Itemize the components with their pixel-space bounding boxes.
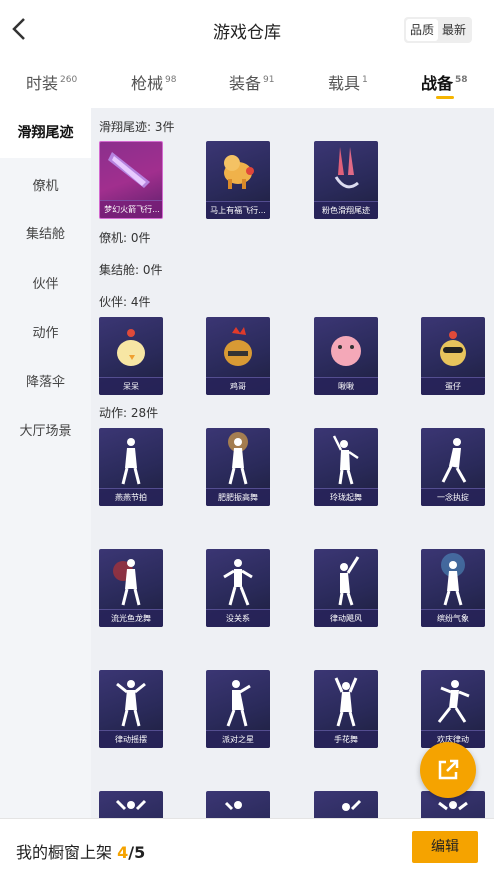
- item-card[interactable]: 流光鱼龙舞: [99, 549, 163, 627]
- section-title-emote: 动作: 28件: [99, 406, 159, 420]
- item-card[interactable]: 律动摇摆: [99, 670, 163, 748]
- tab-readiness[interactable]: 战备 58: [421, 70, 468, 94]
- dancer-icon: [437, 680, 470, 723]
- item-card[interactable]: [314, 791, 378, 818]
- dancer-icon: [334, 677, 358, 727]
- dancer-icon: [342, 799, 362, 811]
- item-card[interactable]: 手花舞: [314, 670, 378, 748]
- chick-partner-icon: [117, 329, 145, 366]
- dancer-icon: [441, 553, 465, 606]
- sort-toggle[interactable]: 品质 最新: [404, 17, 473, 43]
- item-card[interactable]: 肥肥振高舞: [206, 428, 270, 506]
- dancer-icon: [115, 799, 147, 811]
- tab-equipment[interactable]: 装备 91: [229, 70, 274, 94]
- share-button[interactable]: [420, 742, 476, 798]
- item-card[interactable]: 鸡哥: [206, 317, 270, 395]
- section-title-pod: 集结舱: 0件: [99, 263, 163, 277]
- sidebar: 滑翔尾迹 僚机 集结舱 伙伴 动作 降落伞 大厅场景: [0, 108, 91, 818]
- edit-button[interactable]: 编辑: [412, 831, 478, 863]
- item-card[interactable]: 缤纷气象: [421, 549, 485, 627]
- footer-bar: 我的橱窗上架 4/5 编辑: [0, 818, 494, 875]
- item-card[interactable]: 蛋仔: [421, 317, 485, 395]
- item-card[interactable]: 律动飓风: [314, 549, 378, 627]
- item-card[interactable]: 玲珑起舞: [314, 428, 378, 506]
- rooster-partner-icon: [224, 327, 252, 366]
- pink-bird-partner-icon: [331, 336, 361, 366]
- dancer-icon: [121, 438, 141, 485]
- tab-weapons[interactable]: 枪械 98: [131, 70, 176, 94]
- tab-vehicles[interactable]: 载具 1: [328, 70, 368, 94]
- dancer-icon: [223, 559, 253, 606]
- sidebar-item-lobby-scene[interactable]: 大厅场景: [0, 420, 91, 439]
- dancer-icon: [338, 556, 360, 606]
- dancer-icon: [332, 435, 359, 485]
- item-card[interactable]: 马上有福飞行...: [206, 141, 270, 219]
- item-card[interactable]: 粉色滑翔尾迹: [314, 141, 378, 219]
- sidebar-item-partner[interactable]: 伙伴: [0, 273, 91, 292]
- sidebar-item-trail[interactable]: 滑翔尾迹: [0, 108, 91, 158]
- section-title-partner: 伙伴: 4件: [99, 295, 151, 309]
- dancer-icon: [116, 680, 146, 727]
- external-link-icon: [438, 759, 459, 780]
- dancer-icon: [226, 680, 251, 727]
- item-card[interactable]: 啾啾: [314, 317, 378, 395]
- dancer-icon: [441, 438, 467, 483]
- dancer-icon: [228, 432, 248, 485]
- sidebar-item-wingman[interactable]: 僚机: [0, 175, 91, 194]
- category-tabs: 时装 260 枪械 98 装备 91 载具 1 战备 58: [0, 58, 494, 108]
- dancer-icon: [113, 559, 141, 606]
- item-card[interactable]: 欢庆律动: [421, 670, 485, 748]
- item-card[interactable]: 梦幻火箭飞行...: [99, 141, 163, 219]
- item-card[interactable]: 呆呆: [99, 317, 163, 395]
- item-grid: 滑翔尾迹: 3件 梦幻火箭飞行... 马上有福飞行... 粉色滑翔尾迹 僚机: …: [91, 108, 494, 818]
- dancer-icon: [224, 801, 242, 811]
- sidebar-item-parachute[interactable]: 降落伞: [0, 371, 91, 390]
- item-card[interactable]: [206, 791, 270, 818]
- horse-trail-icon: [224, 155, 254, 189]
- header: 游戏仓库 品质 最新: [0, 0, 494, 58]
- item-card[interactable]: 燕燕节拍: [99, 428, 163, 506]
- item-card[interactable]: [99, 791, 163, 818]
- section-title-wingman: 僚机: 0件: [99, 231, 151, 245]
- item-card[interactable]: 一念执掟: [421, 428, 485, 506]
- item-card[interactable]: 没关系: [206, 549, 270, 627]
- rocket-trail-icon: [108, 152, 150, 188]
- sort-quality-option[interactable]: 品质: [406, 19, 439, 41]
- item-card[interactable]: 派对之星: [206, 670, 270, 748]
- tab-fashion[interactable]: 时装 260: [26, 70, 77, 94]
- showcase-count: 我的橱窗上架 4/5: [16, 843, 146, 862]
- pink-trail-icon: [334, 147, 359, 189]
- sidebar-item-pod[interactable]: 集结舱: [0, 223, 91, 242]
- active-tab-indicator: [436, 96, 454, 99]
- section-title-trail: 滑翔尾迹: 3件: [99, 120, 175, 134]
- sort-newest-option[interactable]: 最新: [438, 19, 470, 41]
- egg-partner-icon: [440, 331, 466, 366]
- sidebar-item-emote[interactable]: 动作: [0, 322, 91, 341]
